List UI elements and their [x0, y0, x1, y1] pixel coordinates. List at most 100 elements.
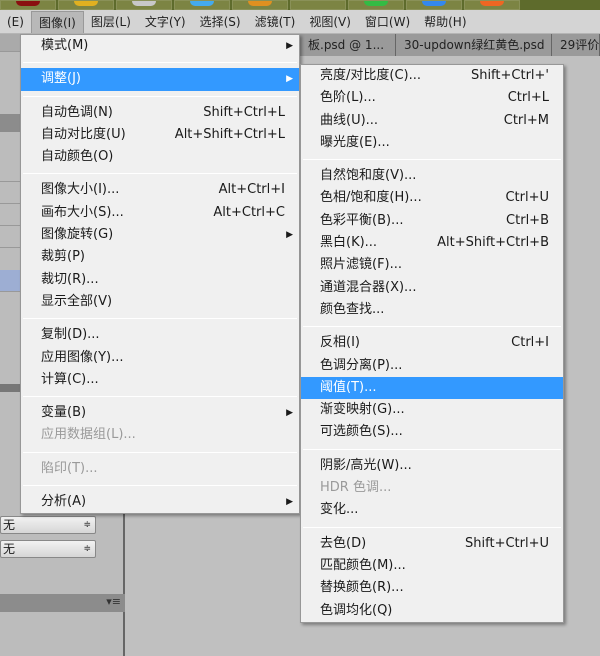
menu-view[interactable]: 视图(V) [302, 11, 358, 33]
document-tabs: 板.psd @ 1... × 30-updown绿红黄色.psd × 29评价图 [300, 34, 600, 56]
menu-item[interactable]: 显示全部(V) [21, 291, 299, 313]
panel-menu-icon[interactable]: ▾≡ [106, 595, 121, 608]
menu-item[interactable]: 阴影/高光(W)... [301, 455, 563, 477]
document-tab[interactable]: 板.psd @ 1... × [300, 34, 396, 56]
menu-item[interactable]: 色调均化(Q) [301, 600, 563, 622]
submenu-arrow-icon: ▶ [286, 41, 293, 51]
menu-item[interactable]: 裁切(R)... [21, 269, 299, 291]
menu-item-label: 图像旋转(G) [41, 227, 114, 243]
menu-item-shortcut: Ctrl+U [505, 190, 549, 206]
menu-separator [23, 318, 297, 320]
menu-item[interactable]: 变量(B) ▶ [21, 402, 299, 424]
menu-item-label: 去色(D) [320, 535, 367, 551]
menu-item[interactable]: 阈值(T)... [301, 376, 563, 400]
menu-separator [303, 326, 561, 328]
taskbar-app[interactable] [290, 0, 346, 10]
menu-item[interactable]: 自动对比度(U) Alt+Shift+Ctrl+L [21, 124, 299, 146]
menu-item[interactable]: 复制(D)... [21, 324, 299, 346]
menu-item-label: 色阶(L)... [320, 90, 376, 106]
document-tab[interactable]: 29评价图 [552, 34, 600, 56]
menu-item[interactable]: 曝光度(E)... [301, 132, 563, 154]
menu-item-label: 阴影/高光(W)... [320, 457, 412, 473]
taskbar-app[interactable] [464, 0, 520, 10]
menu-item-label: 色相/饱和度(H)... [320, 190, 422, 206]
menu-item-shortcut: Ctrl+B [506, 212, 549, 228]
menu-item: 应用数据组(L)... [21, 424, 299, 446]
menu-item[interactable]: 色相/饱和度(H)... Ctrl+U [301, 187, 563, 209]
menu-item-label: 色调分离(P)... [320, 357, 403, 373]
menu-item[interactable]: 色阶(L)... Ctrl+L [301, 87, 563, 109]
menu-item[interactable]: 自动颜色(O) [21, 146, 299, 168]
menu-layer[interactable]: 图层(L) [84, 11, 138, 33]
taskbar-app[interactable] [0, 0, 56, 10]
menu-item[interactable]: 模式(M) ▶ [21, 35, 299, 57]
menu-item[interactable]: 反相(I) Ctrl+I [301, 332, 563, 354]
menu-item-label: 色调均化(Q) [320, 602, 393, 618]
menu-item[interactable]: 可选颜色(S)... [301, 421, 563, 443]
menu-item[interactable]: 图像大小(I)... Alt+Ctrl+I [21, 179, 299, 201]
panel-select[interactable]: 无 ≑ [0, 540, 96, 558]
menu-item[interactable]: 色调分离(P)... [301, 355, 563, 377]
menu-item-label: 应用图像(Y)... [41, 349, 124, 365]
menu-item[interactable]: 曲线(U)... Ctrl+M [301, 110, 563, 132]
menu-item[interactable]: 自然饱和度(V)... [301, 165, 563, 187]
taskbar-app[interactable] [348, 0, 404, 10]
menu-item[interactable]: 匹配颜色(M)... [301, 555, 563, 577]
menu-item-label: 裁切(R)... [41, 271, 99, 287]
menu-item[interactable]: 去色(D) Shift+Ctrl+U [301, 533, 563, 555]
menu-type[interactable]: 文字(Y) [138, 11, 193, 33]
menu-item[interactable]: 通道混合器(X)... [301, 277, 563, 299]
menu-filter[interactable]: 滤镜(T) [248, 11, 303, 33]
updown-arrow-icon: ≑ [83, 520, 91, 530]
menu-item-label: 画布大小(S)... [41, 204, 124, 220]
taskbar-app[interactable] [406, 0, 462, 10]
taskbar-app[interactable] [232, 0, 288, 10]
menu-edit[interactable]: (E) [0, 11, 31, 33]
taskbar-app[interactable] [116, 0, 172, 10]
menu-item[interactable]: 色彩平衡(B)... Ctrl+B [301, 210, 563, 232]
menu-image[interactable]: 图像(I) [30, 10, 84, 33]
menu-separator [23, 62, 297, 64]
submenu-arrow-icon: ▶ [286, 408, 293, 419]
menu-item[interactable]: 画布大小(S)... Alt+Ctrl+C [21, 202, 299, 224]
menu-item[interactable]: 裁剪(P) [21, 246, 299, 268]
menu-item[interactable]: 黑白(K)... Alt+Shift+Ctrl+B [301, 232, 563, 254]
document-tab[interactable]: 30-updown绿红黄色.psd × [396, 34, 552, 56]
submenu-arrow-icon: ▶ [286, 230, 293, 241]
menu-item[interactable]: 亮度/对比度(C)... Shift+Ctrl+' [301, 65, 563, 87]
menu-item-label: 自动颜色(O) [41, 149, 114, 165]
menu-item-label: 自动色调(N) [41, 104, 113, 120]
taskbar-app[interactable] [58, 0, 114, 10]
taskbar-app[interactable] [174, 0, 230, 10]
menu-select[interactable]: 选择(S) [193, 11, 248, 33]
menu-separator [303, 159, 561, 161]
menu-item[interactable]: 颜色查找... [301, 299, 563, 321]
menu-item[interactable]: 照片滤镜(F)... [301, 254, 563, 276]
menu-separator [303, 526, 561, 528]
menu-item[interactable]: 变化... [301, 499, 563, 521]
menu-window[interactable]: 窗口(W) [358, 11, 417, 33]
panel-select[interactable]: 无 ≑ [0, 516, 96, 534]
menu-item: HDR 色调... [301, 477, 563, 499]
menu-item[interactable]: 渐变映射(G)... [301, 399, 563, 421]
menu-help[interactable]: 帮助(H) [417, 11, 473, 33]
menu-item-label: 变化... [320, 502, 359, 518]
menu-item[interactable]: 计算(C)... [21, 369, 299, 391]
menu-item[interactable]: 应用图像(Y)... [21, 347, 299, 369]
menu-item[interactable]: 图像旋转(G) ▶ [21, 224, 299, 246]
menu-separator [23, 396, 297, 398]
menu-item[interactable]: 调整(J) ▶ [21, 68, 299, 91]
menu-item-shortcut: Alt+Shift+Ctrl+B [437, 235, 549, 251]
menu-separator [23, 95, 297, 97]
menu-item-label: 裁剪(P) [41, 249, 85, 265]
updown-arrow-icon: ≑ [83, 544, 91, 554]
menu-separator [23, 451, 297, 453]
menu-item[interactable]: 分析(A) ▶ [21, 491, 299, 513]
menu-separator [23, 173, 297, 175]
menu-item[interactable]: 替换颜色(R)... [301, 577, 563, 599]
menu-item-label: 色彩平衡(B)... [320, 212, 404, 228]
panel-header: ▾≡ [0, 594, 125, 612]
document-tab-label: 29评价图 [560, 38, 600, 52]
menu-item[interactable]: 自动色调(N) Shift+Ctrl+L [21, 102, 299, 124]
menu-item-label: 陷印(T)... [41, 460, 98, 476]
